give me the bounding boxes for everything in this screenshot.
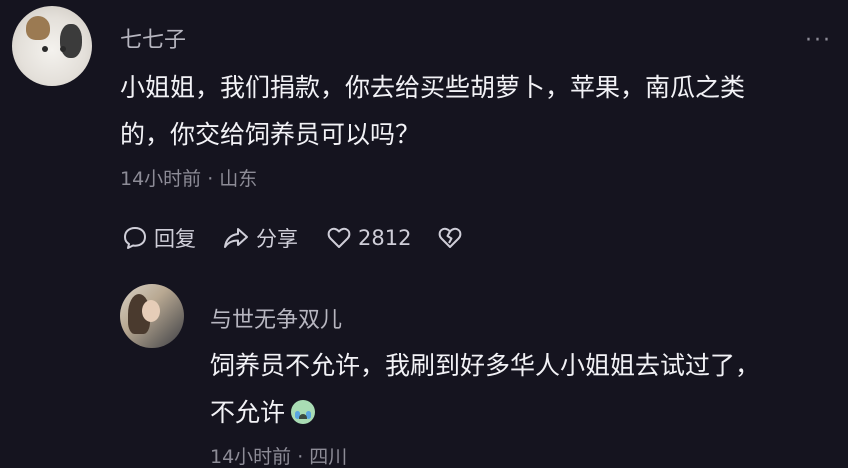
comment-text-line: 小姐姐，我们捐款，你去给买些胡萝卜，苹果，南瓜之类 (120, 73, 746, 102)
user-avatar[interactable] (12, 6, 92, 86)
crying-face-emoji-icon (291, 400, 316, 424)
avatar-detail (26, 16, 50, 40)
avatar-detail (60, 46, 66, 52)
more-options-icon[interactable]: ··· (805, 28, 832, 53)
reply-button[interactable]: 回复 (122, 223, 196, 253)
comment-meta: 14小时前 · 四川 (210, 446, 348, 468)
username[interactable]: 与世无争双儿 (210, 302, 342, 334)
dislike-button[interactable] (437, 225, 469, 251)
share-label: 分享 (256, 227, 298, 251)
share-button[interactable]: 分享 (222, 223, 298, 253)
comment-meta: 14小时前 · 山东 (120, 168, 258, 190)
avatar-detail (142, 300, 160, 322)
reply-label: 回复 (154, 227, 196, 251)
share-arrow-icon (224, 228, 248, 248)
broken-heart-icon (439, 227, 462, 248)
comment-text-line: 饲养员不允许，我刷到好多华人小姐姐去试过了， (210, 351, 761, 380)
avatar-detail (42, 46, 48, 52)
action-bar: 回复 分享 2812 (122, 222, 469, 254)
comment-bubble-icon (124, 227, 146, 249)
like-button[interactable]: 2812 (326, 225, 411, 251)
username[interactable]: 七七子 (120, 22, 186, 54)
heart-icon (327, 227, 351, 248)
comment-text-line-2: 不允许 (210, 389, 316, 436)
comment-text-line: 的，你交给饲养员可以吗？ (120, 120, 421, 149)
like-count: 2812 (358, 226, 412, 250)
comment-text: 不允许 (210, 398, 286, 427)
user-avatar[interactable] (120, 284, 184, 348)
avatar-detail (60, 24, 82, 58)
